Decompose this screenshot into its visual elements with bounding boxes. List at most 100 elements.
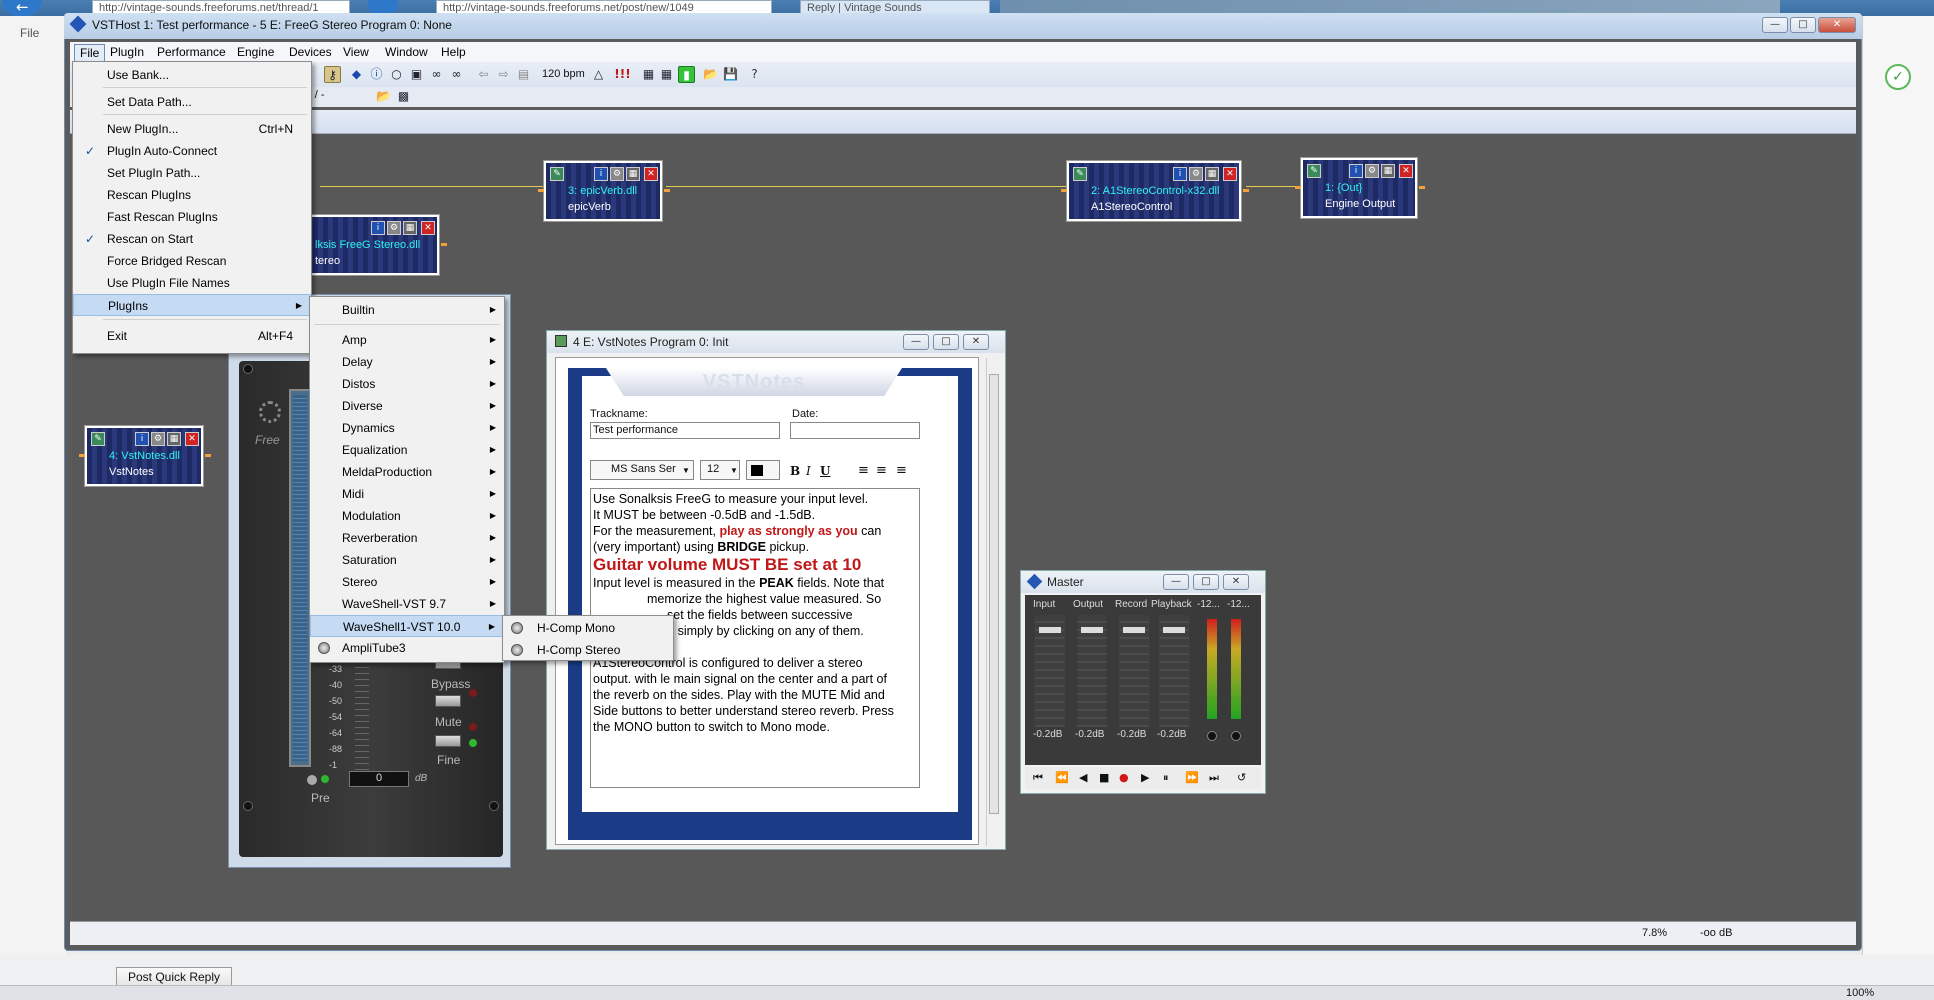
menu-item-new-plugin[interactable]: New PlugIn... Ctrl+N: [73, 118, 311, 140]
submenu-item-midi[interactable]: Midi ▶: [310, 483, 504, 505]
menu-item-use-plugin-file-names[interactable]: Use PlugIn File Names: [73, 272, 311, 294]
record-fader[interactable]: [1119, 615, 1149, 727]
input-fader[interactable]: [1035, 615, 1065, 727]
page-icon[interactable]: ▤: [515, 66, 532, 83]
menu-item-use-bank[interactable]: Use Bank...: [73, 64, 311, 86]
circle-icon[interactable]: ○: [388, 66, 405, 83]
output-pin[interactable]: [1243, 189, 1249, 192]
info-icon[interactable]: i: [135, 432, 149, 446]
input-pin[interactable]: [79, 454, 85, 457]
browser-tab-3[interactable]: Reply | Vintage Sounds: [800, 0, 990, 14]
play-icon[interactable]: ▶: [1141, 771, 1149, 784]
info-icon[interactable]: i: [1349, 164, 1363, 178]
color-select[interactable]: [746, 460, 780, 480]
submenu-item-equalization[interactable]: Equalization ▶: [310, 439, 504, 461]
save-icon[interactable]: 💾: [722, 66, 739, 83]
link-icon[interactable]: ∞: [428, 66, 445, 83]
close-icon[interactable]: ✕: [185, 432, 199, 446]
node-epicverb[interactable]: ✎ i ⚙ ▦ ✕ 3: epicVerb.dll epicVerb: [538, 160, 670, 222]
menu-help[interactable]: Help: [436, 44, 471, 60]
info-icon[interactable]: i: [1173, 167, 1187, 181]
bold-button[interactable]: B: [790, 464, 800, 478]
submenu-item-amplitube3[interactable]: AmpliTube3: [310, 637, 504, 659]
node-freeg[interactable]: i ⚙ ▦ ✕ lksis FreeG Stereo.dll tereo: [300, 214, 447, 276]
bypass-icon[interactable]: ▦: [1205, 167, 1219, 181]
output-pin[interactable]: [1419, 186, 1425, 189]
submenu-item-dynamics[interactable]: Dynamics ▶: [310, 417, 504, 439]
info-icon[interactable]: ⓘ: [368, 66, 385, 83]
fader-knob[interactable]: [1163, 627, 1185, 633]
loop-icon[interactable]: ↺: [1237, 771, 1246, 784]
info-icon[interactable]: i: [371, 221, 385, 235]
output-pin[interactable]: [441, 243, 447, 246]
bypass-icon[interactable]: ▦: [1381, 164, 1395, 178]
output-fader[interactable]: [1077, 615, 1107, 727]
menu-item-set-data-path[interactable]: Set Data Path...: [73, 91, 311, 113]
date-field[interactable]: [790, 422, 920, 439]
settings-icon[interactable]: ⚙: [610, 167, 624, 181]
menu-devices[interactable]: Devices: [284, 44, 337, 60]
submenu-item-waveshell-97[interactable]: WaveShell-VST 9.7 ▶: [310, 593, 504, 615]
menu-view[interactable]: View: [338, 44, 374, 60]
minimize-button[interactable]: —: [1762, 17, 1788, 33]
close-icon[interactable]: ✕: [421, 221, 435, 235]
bypass-icon[interactable]: ▦: [626, 167, 640, 181]
input-pin[interactable]: [1061, 189, 1067, 192]
submenu-item-distos[interactable]: Distos ▶: [310, 373, 504, 395]
close-button[interactable]: ✕: [1818, 17, 1856, 33]
maximize-button[interactable]: □: [1790, 17, 1816, 33]
align-left-icon[interactable]: ≡: [858, 463, 869, 478]
menu-item-rescan-on-start[interactable]: ✓ Rescan on Start: [73, 228, 311, 250]
submenu-item-h-comp-stereo[interactable]: H-Comp Stereo: [503, 639, 673, 661]
input-pin[interactable]: [538, 189, 544, 192]
fader-knob[interactable]: [1081, 627, 1103, 633]
close-icon[interactable]: ✕: [1399, 164, 1413, 178]
menu-item-plugin-auto-connect[interactable]: ✓ PlugIn Auto-Connect: [73, 140, 311, 162]
menu-plugin[interactable]: PlugIn: [105, 44, 149, 60]
rewind-start-icon[interactable]: ⏮: [1033, 771, 1043, 785]
scrollbar-thumb[interactable]: [989, 374, 999, 814]
browser-menu-file[interactable]: File: [20, 26, 39, 40]
output-pin[interactable]: [205, 454, 211, 457]
edit-icon[interactable]: ✎: [1307, 164, 1321, 178]
submenu-item-stereo[interactable]: Stereo ▶: [310, 571, 504, 593]
edit-icon[interactable]: ✎: [91, 432, 105, 446]
skip-end-icon[interactable]: ⏭: [1209, 771, 1219, 785]
font-select[interactable]: MS Sans Ser: [590, 460, 694, 480]
metronome-icon[interactable]: △: [590, 66, 607, 83]
diamond-icon[interactable]: ◆: [348, 66, 365, 83]
post-quick-reply-button[interactable]: Post Quick Reply: [116, 967, 232, 987]
fader-knob[interactable]: [1039, 627, 1061, 633]
submenu-item-amp[interactable]: Amp ▶: [310, 329, 504, 351]
key-icon[interactable]: ⚷: [324, 66, 341, 83]
node-engine-output[interactable]: ✎ i ⚙ ▦ ✕ 1: {Out} Engine Output: [1295, 157, 1425, 219]
meter-reset-knob[interactable]: [1207, 731, 1217, 741]
menu-item-exit[interactable]: Exit Alt+F4: [73, 325, 311, 347]
node-a1stereocontrol[interactable]: ✎ i ⚙ ▦ ✕ 2: A1StereoControl-x32.dll A1S…: [1061, 160, 1249, 222]
menu-item-force-bridged-rescan[interactable]: Force Bridged Rescan: [73, 250, 311, 272]
node-vstnotes[interactable]: ✎ i ⚙ ▦ ✕ 4: VstNotes.dll VstNotes: [79, 425, 211, 487]
unlink-icon[interactable]: ∞: [448, 66, 465, 83]
submenu-item-delay[interactable]: Delay ▶: [310, 351, 504, 373]
folder-open-icon[interactable]: 📂: [702, 66, 719, 83]
piano-icon[interactable]: ▦: [658, 66, 675, 83]
menu-item-fast-rescan[interactable]: Fast Rescan PlugIns: [73, 206, 311, 228]
submenu-item-reverberation[interactable]: Reverberation ▶: [310, 527, 504, 549]
bypass-icon[interactable]: ▦: [167, 432, 181, 446]
info-icon[interactable]: i: [594, 167, 608, 181]
save-as-icon[interactable]: ▩: [395, 88, 412, 105]
meter-reset-knob[interactable]: [1231, 731, 1241, 741]
browser-tab-1[interactable]: http://vintage-sounds.freeforums.net/thr…: [92, 0, 350, 14]
align-center-icon[interactable]: ≡: [876, 463, 887, 478]
input-pin[interactable]: [1295, 186, 1301, 189]
mute-toggle[interactable]: [435, 695, 461, 707]
submenu-item-saturation[interactable]: Saturation ▶: [310, 549, 504, 571]
arrow-left-icon[interactable]: ⇦: [475, 66, 492, 83]
shield-check-icon[interactable]: ✓: [1885, 64, 1911, 90]
align-right-icon[interactable]: ≡: [896, 463, 907, 478]
playback-fader[interactable]: [1159, 615, 1189, 727]
close-icon[interactable]: ✕: [1223, 167, 1237, 181]
settings-icon[interactable]: ⚙: [1365, 164, 1379, 178]
back-icon[interactable]: ←: [2, 0, 42, 16]
meter-icon[interactable]: ▮: [678, 66, 695, 83]
